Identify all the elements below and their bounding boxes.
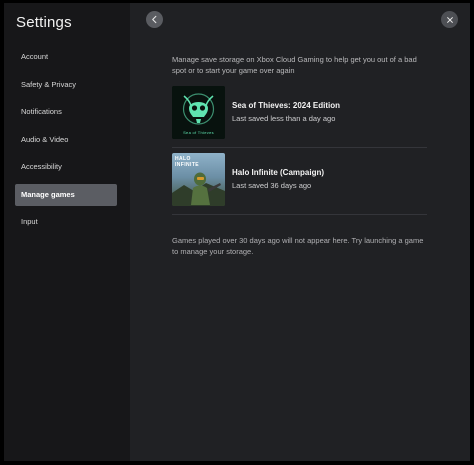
close-button[interactable] [441, 11, 458, 28]
game-list: Sea of Thieves Sea of Thieves: 2024 Edit… [172, 84, 427, 215]
sidebar-item-notifications[interactable]: Notifications [15, 101, 117, 123]
sidebar-item-safety-privacy[interactable]: Safety & Privacy [15, 74, 117, 96]
sidebar: Settings Account Safety & Privacy Notifi… [4, 3, 130, 461]
game-title: Halo Infinite (Campaign) [232, 168, 324, 177]
chevron-left-icon [152, 15, 157, 24]
game-row-sea-of-thieves[interactable]: Sea of Thieves Sea of Thieves: 2024 Edit… [172, 84, 427, 148]
sidebar-nav: Account Safety & Privacy Notifications A… [15, 46, 117, 239]
game-row-halo-infinite[interactable]: HALO INFINITE Halo Infinite (Campaign) L… [172, 151, 427, 215]
description-text: Manage save storage on Xbox Cloud Gaming… [172, 55, 417, 75]
sidebar-item-account[interactable]: Account [15, 46, 117, 68]
close-icon [446, 16, 453, 23]
storage-note: Games played over 30 days ago will not a… [172, 236, 424, 256]
game-last-saved: Last saved 36 days ago [232, 181, 312, 190]
sidebar-item-manage-games[interactable]: Manage games [15, 183, 117, 206]
sidebar-item-input[interactable]: Input [15, 211, 117, 233]
sea-of-thieves-thumbnail: Sea of Thieves [172, 86, 225, 139]
sidebar-item-audio-video[interactable]: Audio & Video [15, 129, 117, 151]
halo-infinite-art-text: HALO INFINITE [175, 156, 200, 168]
page-title: Settings [16, 14, 72, 31]
halo-infinite-thumbnail: HALO INFINITE [172, 153, 225, 206]
main-panel: Manage save storage on Xbox Cloud Gaming… [130, 3, 470, 461]
sea-of-thieves-art-text: Sea of Thieves [183, 130, 214, 135]
back-button[interactable] [146, 11, 163, 28]
settings-window: Settings Account Safety & Privacy Notifi… [4, 3, 470, 461]
game-last-saved: Last saved less than a day ago [232, 114, 336, 123]
sidebar-item-accessibility[interactable]: Accessibility [15, 156, 117, 178]
game-title: Sea of Thieves: 2024 Edition [232, 101, 341, 110]
